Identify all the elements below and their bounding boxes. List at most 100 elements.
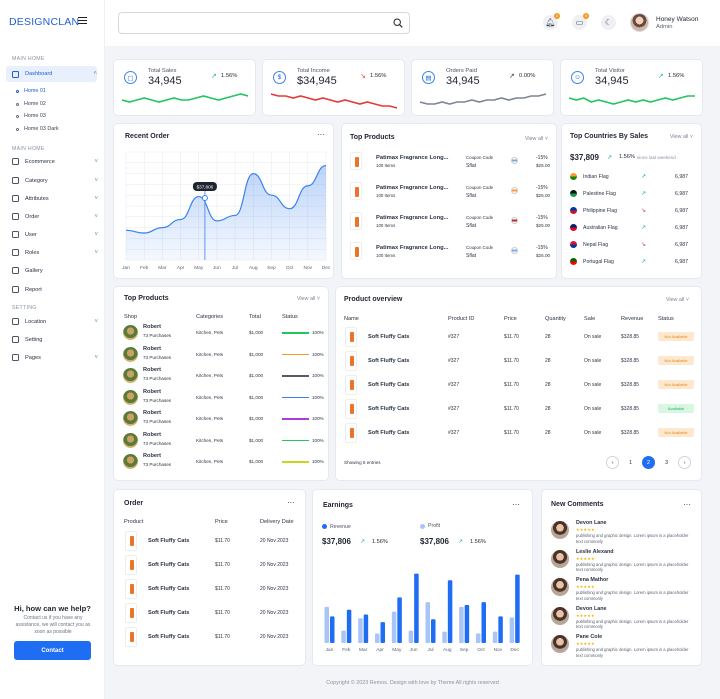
stat-label: Orders Paid xyxy=(446,68,477,74)
trend-up-icon: ↗ xyxy=(360,539,366,545)
commenter-avatar[interactable] xyxy=(551,635,569,653)
sidebar-item-dashboard[interactable]: Dashboard ˄ xyxy=(6,66,97,82)
product-image[interactable] xyxy=(125,531,137,551)
user-name[interactable]: Honey Watson xyxy=(656,16,698,23)
product-image[interactable] xyxy=(350,242,362,260)
shop-name[interactable]: Robert xyxy=(143,410,161,416)
sidebar-item-setting[interactable]: Setting xyxy=(12,335,98,344)
brand-logo[interactable]: DESIGNCLAN xyxy=(9,16,79,28)
commenter-avatar[interactable] xyxy=(551,578,569,596)
product-image[interactable] xyxy=(125,579,137,599)
rating-stars: ★★★★★ xyxy=(576,641,595,646)
product-image[interactable] xyxy=(350,182,362,200)
product-name[interactable]: Soft Fluffy Cats xyxy=(368,358,409,364)
page-button-2[interactable]: 2 xyxy=(642,456,655,469)
shop-name[interactable]: Robert xyxy=(143,389,161,395)
commenter-avatar[interactable] xyxy=(551,521,569,539)
view-all-link[interactable]: View all ˅ xyxy=(666,297,689,303)
message-icon[interactable]: ▭ 5 xyxy=(572,13,589,30)
search-icon[interactable] xyxy=(393,18,403,28)
sidebar-item-pages[interactable]: Pages ˅ xyxy=(12,353,98,362)
product-image[interactable] xyxy=(345,375,357,395)
product-name[interactable]: Soft Fluffy Cats xyxy=(368,430,409,436)
commenter-name[interactable]: Devon Lane xyxy=(576,606,607,612)
commenter-name[interactable]: Pane Cole xyxy=(576,634,602,640)
more-icon[interactable]: ··· xyxy=(317,130,325,139)
bell-icon[interactable]: 🔔︎ 2 xyxy=(543,13,560,30)
sparkline xyxy=(569,95,695,105)
product-name[interactable]: Patimax Fragrance Long... xyxy=(376,215,448,221)
sidebar-item-attributes[interactable]: Attributes ˅ xyxy=(12,194,98,203)
product-image[interactable] xyxy=(125,555,137,575)
sidebar-subitem-home01[interactable]: Home 01 xyxy=(16,88,46,94)
profit-total: $37,806 xyxy=(420,537,449,546)
moon-icon[interactable]: ☾ xyxy=(601,15,616,30)
next-page-button[interactable]: › xyxy=(678,456,691,469)
bar-revenue xyxy=(515,574,520,643)
product-image[interactable] xyxy=(345,327,357,347)
search-input[interactable] xyxy=(118,12,410,34)
sidebar-item-roles[interactable]: Roles ˅ xyxy=(12,248,98,257)
product-image[interactable] xyxy=(345,423,357,443)
page-button-1[interactable]: 1 xyxy=(624,456,637,469)
shop-name[interactable]: Robert xyxy=(143,453,161,459)
commenter-avatar[interactable] xyxy=(551,549,569,568)
sidebar-subitem-home03[interactable]: Home 03 xyxy=(16,113,46,119)
commenter-name[interactable]: Leslie Alexand xyxy=(576,549,614,555)
product-image[interactable] xyxy=(345,351,357,371)
order-product[interactable]: Soft Fluffy Cats xyxy=(148,610,189,616)
view-all-link[interactable]: View all ˅ xyxy=(525,136,548,142)
product-name[interactable]: Soft Fluffy Cats xyxy=(368,334,409,340)
product-image[interactable] xyxy=(125,627,137,647)
view-all-link[interactable]: View all ˅ xyxy=(670,134,693,140)
sidebar-item-location[interactable]: Location ˅ xyxy=(12,317,98,326)
country-value: 6,987 xyxy=(675,225,688,231)
shop-name[interactable]: Robert xyxy=(143,432,161,438)
commenter-name[interactable]: Pena Mathor xyxy=(576,577,608,583)
legend-revenue-swatch xyxy=(322,524,327,529)
coupon-code: Sflat xyxy=(466,163,477,169)
page-button-3[interactable]: 3 xyxy=(660,456,673,469)
order-product[interactable]: Soft Fluffy Cats xyxy=(148,562,189,568)
shop-sub: 73 Purchases xyxy=(143,354,172,360)
order-product[interactable]: Soft Fluffy Cats xyxy=(148,538,189,544)
menu-toggle-icon[interactable] xyxy=(78,17,87,25)
product-image[interactable] xyxy=(345,399,357,419)
sidebar-item-category[interactable]: Category ˅ xyxy=(12,176,98,185)
prev-page-button[interactable]: ‹ xyxy=(606,456,619,469)
shop-name[interactable]: Robert xyxy=(143,346,161,352)
more-icon[interactable]: ··· xyxy=(512,500,520,509)
shop-category: Kitchen, Pets xyxy=(196,351,224,357)
stat-card-total-visitor: ☺ Total Visitor 34,945 ↗ 1.56% xyxy=(560,59,703,116)
product-name[interactable]: Patimax Fragrance Long... xyxy=(376,185,448,191)
flag-icon xyxy=(511,217,518,224)
product-name[interactable]: Patimax Fragrance Long... xyxy=(376,155,448,161)
avatar[interactable] xyxy=(630,13,649,32)
trend-up-icon: ↗ xyxy=(458,539,464,545)
product-name[interactable]: Soft Fluffy Cats xyxy=(368,382,409,388)
view-all-link[interactable]: View all ˅ xyxy=(297,296,320,302)
shop-name[interactable]: Robert xyxy=(143,324,161,330)
sidebar-subitem-home02[interactable]: Home 02 xyxy=(16,101,46,107)
product-name[interactable]: Soft Fluffy Cats xyxy=(368,406,409,412)
product-image[interactable] xyxy=(350,152,362,170)
more-icon[interactable]: ··· xyxy=(287,498,295,507)
commenter-name[interactable]: Devon Lane xyxy=(576,520,607,526)
commenter-avatar[interactable] xyxy=(551,606,569,625)
more-icon[interactable]: ··· xyxy=(683,500,691,509)
sidebar-item-order[interactable]: Order ˅ xyxy=(12,212,98,221)
sidebar-item-report[interactable]: Report xyxy=(12,285,98,294)
order-product[interactable]: Soft Fluffy Cats xyxy=(148,586,189,592)
product-image[interactable] xyxy=(350,212,362,230)
contact-button[interactable]: Contact xyxy=(14,641,91,660)
product-image[interactable] xyxy=(125,603,137,623)
sparkline-path xyxy=(271,93,397,109)
product-name[interactable]: Patimax Fragrance Long... xyxy=(376,245,448,251)
sidebar-item-gallery[interactable]: Gallery xyxy=(12,266,98,275)
sidebar-subitem-home03-dark[interactable]: Home 03 Dark xyxy=(16,126,59,132)
shop-name[interactable]: Robert xyxy=(143,367,161,373)
sidebar-item-ecommerce[interactable]: Ecommerce ˅ xyxy=(12,157,98,166)
sidebar-item-user[interactable]: User ˅ xyxy=(12,230,98,239)
column-header: Status xyxy=(658,316,674,322)
order-product[interactable]: Soft Fluffy Cats xyxy=(148,634,189,640)
